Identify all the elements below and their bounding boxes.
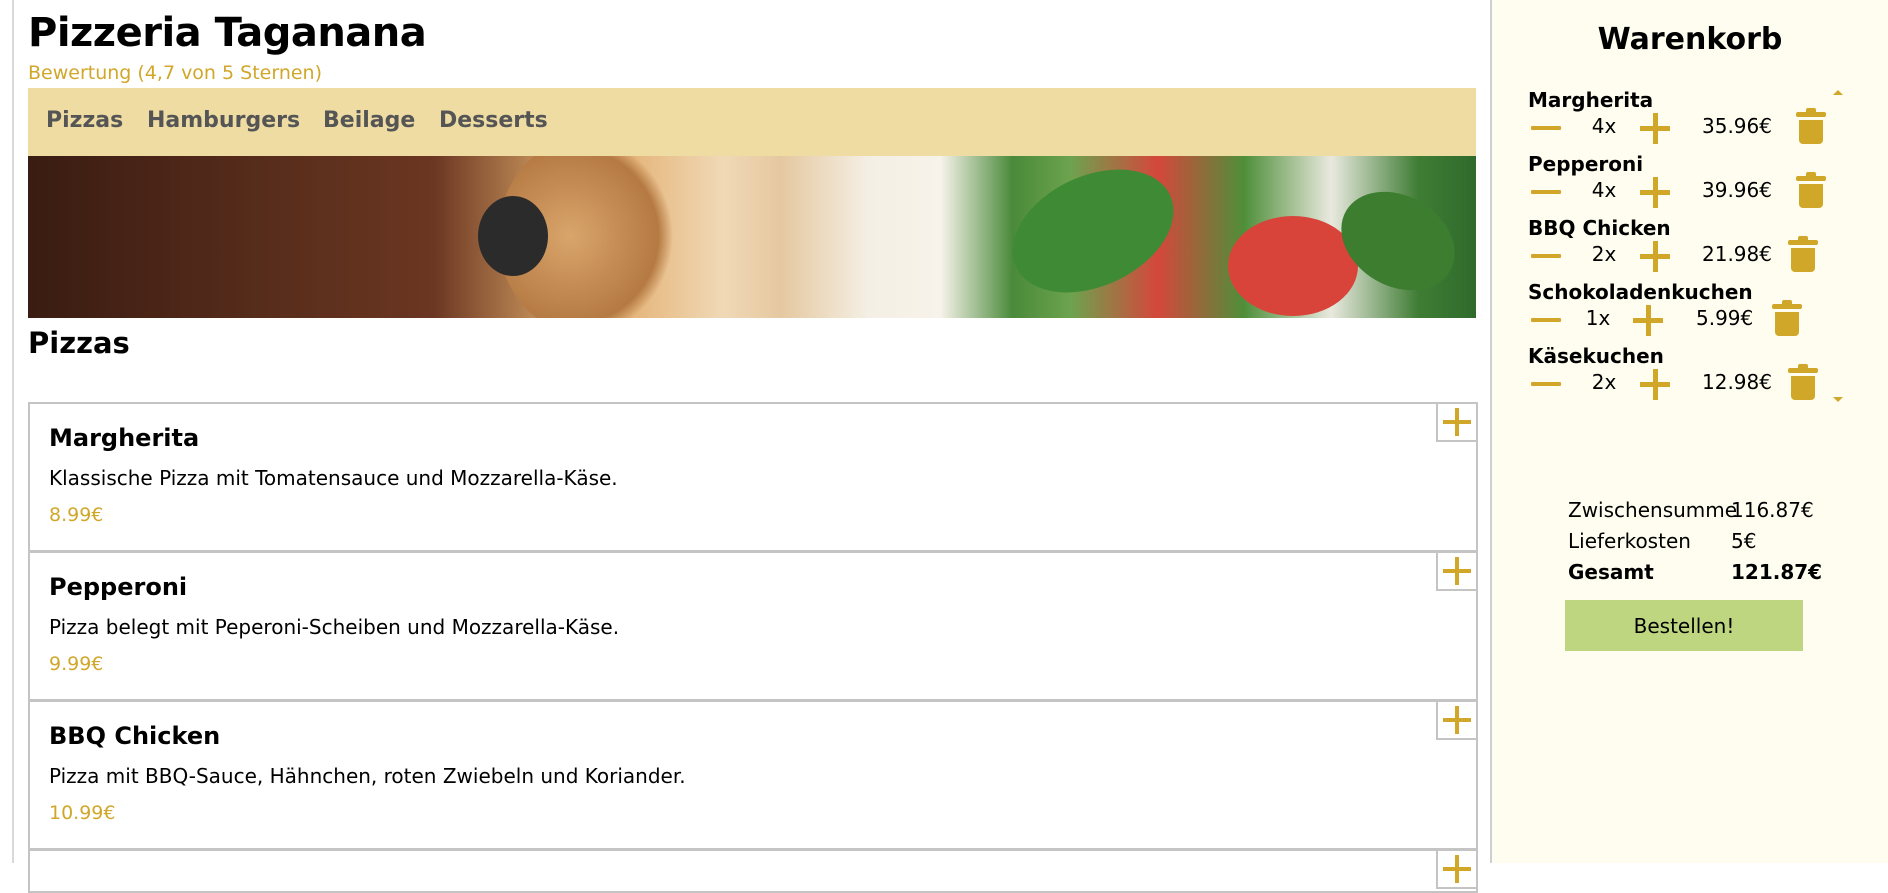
rating-text: Bewertung (4,7 von 5 Sternen)	[28, 62, 323, 84]
menu-item-card: BBQ Chicken Pizza mit BBQ-Sauce, Hähnche…	[28, 700, 1478, 850]
hero-pizza-image	[28, 156, 1476, 318]
hero-sauce-shape	[1228, 216, 1358, 316]
cart-item: Pepperoni 4x 39.96€	[1528, 152, 1828, 214]
nav-item-hamburgers[interactable]: Hamburgers	[147, 108, 300, 133]
scroll-down-icon[interactable]	[1833, 397, 1843, 402]
add-to-cart-button[interactable]	[1436, 851, 1476, 889]
left-border	[12, 0, 14, 863]
cart-item-name: Schokoladenkuchen	[1528, 280, 1753, 304]
order-button[interactable]: Bestellen!	[1565, 600, 1803, 651]
category-nav: Pizzas Hamburgers Beilage Desserts	[28, 88, 1476, 156]
menu-item-card: Pepperoni Pizza belegt mit Peperoni-Sche…	[28, 551, 1478, 701]
cart-item-quantity: 4x	[1591, 178, 1617, 202]
cart-item-name: Käsekuchen	[1528, 344, 1664, 368]
cart-item-quantity: 4x	[1591, 114, 1617, 138]
menu-item-name: BBQ Chicken	[49, 722, 221, 750]
plus-icon[interactable]	[1638, 368, 1672, 402]
hero-olive-shape	[478, 196, 548, 276]
cart-item-total: 39.96€	[1702, 178, 1772, 202]
add-to-cart-button[interactable]	[1436, 553, 1476, 591]
minus-icon[interactable]	[1528, 304, 1564, 334]
cart-item-quantity: 1x	[1585, 306, 1611, 330]
trash-icon[interactable]	[1796, 108, 1826, 146]
plus-icon[interactable]	[1638, 176, 1672, 210]
add-to-cart-button[interactable]	[1436, 702, 1476, 740]
cart-item-quantity: 2x	[1591, 370, 1617, 394]
nav-item-desserts[interactable]: Desserts	[439, 108, 548, 133]
plus-icon	[1443, 557, 1471, 585]
menu-item-name: Pepperoni	[49, 573, 188, 601]
trash-icon[interactable]	[1788, 364, 1818, 402]
menu-item-name: Margherita	[49, 424, 200, 452]
plus-icon	[1443, 706, 1471, 734]
minus-icon[interactable]	[1528, 368, 1564, 398]
scroll-up-icon[interactable]	[1833, 90, 1843, 95]
trash-icon[interactable]	[1796, 172, 1826, 210]
nav-item-pizzas[interactable]: Pizzas	[46, 108, 123, 133]
menu-item-price: 9.99€	[49, 653, 104, 675]
restaurant-title: Pizzeria Taganana	[28, 10, 427, 56]
cart-item-name: BBQ Chicken	[1528, 216, 1671, 240]
cart-item-name: Pepperoni	[1528, 152, 1644, 176]
menu-item-price: 10.99€	[49, 802, 116, 824]
cart-item: Margherita 4x 35.96€	[1528, 88, 1828, 150]
cart-item-total: 12.98€	[1702, 370, 1772, 394]
section-title: Pizzas	[28, 326, 130, 360]
cart-sidebar: Warenkorb Margherita 4x 35.96€ Pepperoni…	[1490, 0, 1888, 863]
plus-icon[interactable]	[1638, 240, 1672, 274]
plus-icon	[1443, 408, 1471, 436]
plus-icon[interactable]	[1638, 112, 1672, 146]
menu-item-description: Pizza mit BBQ-Sauce, Hähnchen, roten Zwi…	[49, 764, 686, 788]
hero-basil-shape	[992, 156, 1194, 317]
cart-item-total: 21.98€	[1702, 242, 1772, 266]
add-to-cart-button[interactable]	[1436, 404, 1476, 442]
minus-icon[interactable]	[1528, 176, 1564, 206]
plus-icon[interactable]	[1631, 304, 1665, 338]
plus-icon	[1443, 855, 1471, 883]
trash-icon[interactable]	[1788, 236, 1818, 274]
menu-item-price: 8.99€	[49, 504, 104, 526]
menu-item-description: Pizza belegt mit Peperoni-Scheiben und M…	[49, 615, 620, 639]
cart-item-quantity: 2x	[1591, 242, 1617, 266]
main-content: Pizzeria Taganana Bewertung (4,7 von 5 S…	[28, 0, 1478, 893]
minus-icon[interactable]	[1528, 112, 1564, 142]
total-label: Gesamt	[1568, 560, 1654, 584]
nav-item-beilage[interactable]: Beilage	[323, 108, 415, 133]
menu-item-card	[28, 849, 1478, 893]
cart-item: Schokoladenkuchen 1x 5.99€	[1528, 280, 1828, 342]
cart-item-total: 5.99€	[1696, 306, 1754, 330]
minus-icon[interactable]	[1528, 240, 1564, 270]
subtotal-value: 116.87€	[1731, 498, 1814, 522]
trash-icon[interactable]	[1772, 300, 1802, 338]
total-value: 121.87€	[1731, 560, 1823, 584]
cart-item: BBQ Chicken 2x 21.98€	[1528, 216, 1828, 278]
cart-item-name: Margherita	[1528, 88, 1654, 112]
cart-item: Käsekuchen 2x 12.98€	[1528, 344, 1828, 406]
delivery-label: Lieferkosten	[1568, 529, 1691, 553]
menu-item-description: Klassische Pizza mit Tomatensauce und Mo…	[49, 466, 618, 490]
cart-title: Warenkorb	[1597, 22, 1783, 57]
subtotal-label: Zwischensumme	[1568, 498, 1738, 522]
cart-item-total: 35.96€	[1702, 114, 1772, 138]
delivery-value: 5€	[1731, 529, 1757, 553]
menu-item-card: Margherita Klassische Pizza mit Tomatens…	[28, 402, 1478, 552]
